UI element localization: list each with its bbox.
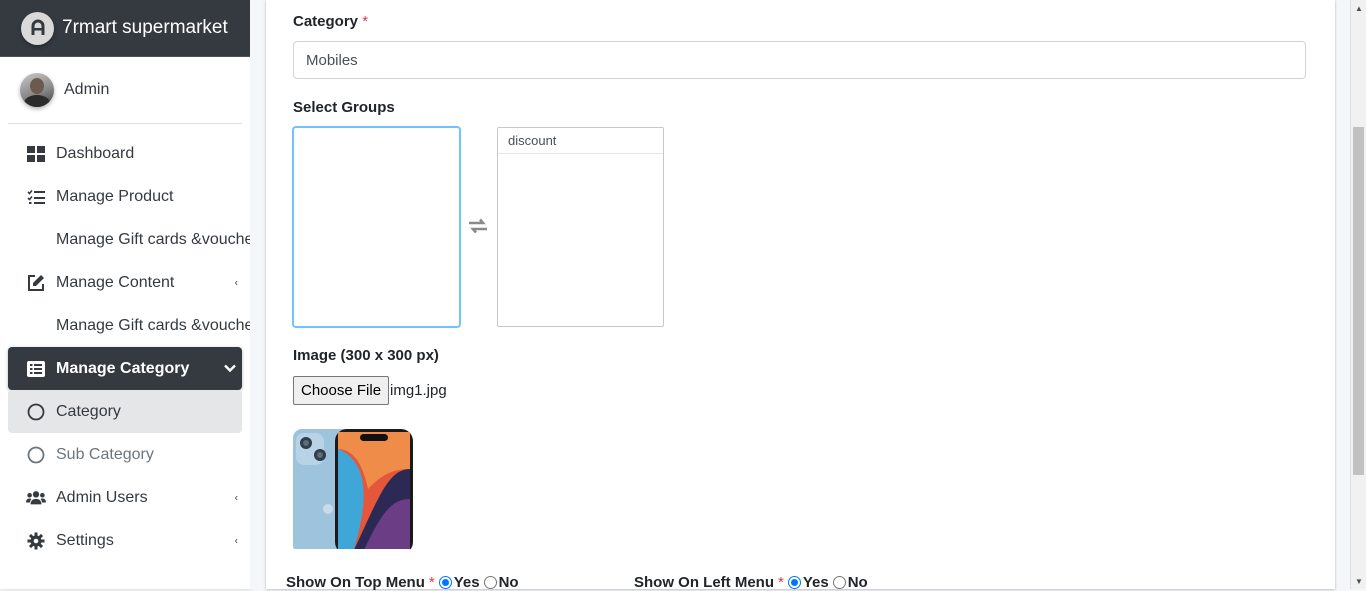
sidebar-item-label: Manage Category	[56, 359, 190, 377]
category-label: Category *	[293, 13, 368, 30]
sidebar-item-gift-cards[interactable]: Manage Gift cards &voucher	[8, 218, 250, 261]
left-menu-no-label[interactable]: No	[848, 574, 868, 591]
top-menu-yes-label[interactable]: Yes	[454, 574, 480, 591]
sidebar-item-label: Category	[56, 402, 121, 420]
brand-logo-icon	[21, 11, 54, 45]
sidebar-item-manage-content[interactable]: Manage Content ‹	[8, 261, 242, 304]
file-name: img1.jpg	[390, 382, 447, 399]
sidebar-item-label: Settings	[56, 531, 114, 549]
list-item[interactable]: discount	[498, 128, 663, 154]
gear-icon	[26, 532, 46, 550]
left-menu-yes-label[interactable]: Yes	[803, 574, 829, 591]
sidebar: 7rmart supermarket Admin Dashboard Manag…	[0, 0, 250, 589]
scrollbar-thumb[interactable]	[1353, 127, 1364, 475]
users-icon	[26, 490, 46, 506]
left-menu-no-radio[interactable]	[832, 576, 846, 589]
brand-name: 7rmart supermarket	[62, 17, 228, 38]
sidebar-item-label: Sub Category	[56, 445, 154, 463]
chevron-left-icon: ‹	[234, 492, 238, 503]
top-menu-yes-radio[interactable]	[438, 576, 452, 589]
dashboard-icon	[26, 145, 46, 162]
required-mark: *	[778, 574, 784, 591]
chevron-left-icon: ‹	[234, 277, 238, 288]
brand-link[interactable]: 7rmart supermarket	[0, 0, 250, 57]
left-menu-yes-radio[interactable]	[787, 576, 801, 589]
top-menu-no-label[interactable]: No	[499, 574, 519, 591]
circle-icon	[26, 403, 46, 421]
user-name[interactable]: Admin	[64, 81, 109, 99]
category-label-text: Category	[293, 13, 359, 30]
main-content: Category * Select Groups discount Image …	[250, 0, 1350, 591]
list-alt-icon	[26, 360, 46, 377]
scroll-up-arrow-icon[interactable]: ▲	[1351, 0, 1366, 16]
top-menu-no-radio[interactable]	[483, 576, 497, 589]
user-panel[interactable]: Admin	[8, 57, 242, 124]
tasks-icon	[26, 189, 46, 205]
sidebar-item-settings[interactable]: Settings ‹	[8, 519, 242, 562]
choose-file-button[interactable]: Choose File	[293, 376, 390, 405]
left-menu-label: Show On Left Menu	[634, 574, 774, 591]
sidebar-item-manage-category[interactable]: Manage Category	[8, 347, 242, 390]
sidebar-item-label: Manage Gift cards &voucher	[56, 230, 250, 248]
required-mark: *	[428, 574, 435, 591]
scroll-down-arrow-icon[interactable]: ▼	[1351, 573, 1366, 589]
sidebar-item-admin-users[interactable]: Admin Users ‹	[8, 476, 242, 519]
category-form-card: Category * Select Groups discount Image …	[266, 0, 1335, 591]
sidebar-item-sub-category[interactable]: Sub Category	[8, 433, 242, 476]
circle-icon	[26, 446, 46, 464]
page-scrollbar[interactable]: ▲ ▼	[1350, 0, 1366, 589]
select-groups-label: Select Groups	[293, 99, 395, 116]
selected-groups-listbox[interactable]: discount	[497, 127, 664, 327]
image-label: Image (300 x 300 px)	[293, 347, 439, 364]
available-groups-listbox[interactable]	[293, 127, 460, 327]
required-mark: *	[362, 13, 369, 30]
top-menu-label: Show On Top Menu	[286, 574, 425, 591]
sidebar-item-label: Manage Gift cards &voucher	[56, 316, 250, 334]
sidebar-item-category[interactable]: Category	[8, 390, 242, 433]
sidebar-item-label: Manage Content	[56, 273, 175, 291]
sidebar-item-label: Manage Product	[56, 187, 174, 205]
chevron-down-icon	[224, 361, 236, 376]
edit-icon	[26, 274, 46, 292]
sidebar-item-label: Dashboard	[56, 144, 135, 162]
sidebar-item-manage-product[interactable]: Manage Product	[8, 175, 242, 218]
chevron-left-icon: ‹	[234, 535, 238, 546]
sidebar-item-gift-cards-2[interactable]: Manage Gift cards &voucher	[8, 304, 250, 347]
exchange-arrows-icon[interactable]	[467, 216, 489, 236]
top-menu-radio-group: Show On Top Menu * Yes No	[286, 574, 519, 591]
category-input[interactable]	[293, 41, 1306, 79]
left-menu-radio-group: Show On Left Menu * Yes No	[634, 574, 868, 591]
sidebar-nav: Dashboard Manage Product Manage Gift car…	[0, 124, 250, 562]
sidebar-item-dashboard[interactable]: Dashboard	[8, 132, 242, 175]
sidebar-item-label: Admin Users	[56, 488, 148, 506]
image-preview	[293, 429, 413, 549]
avatar	[20, 73, 54, 107]
